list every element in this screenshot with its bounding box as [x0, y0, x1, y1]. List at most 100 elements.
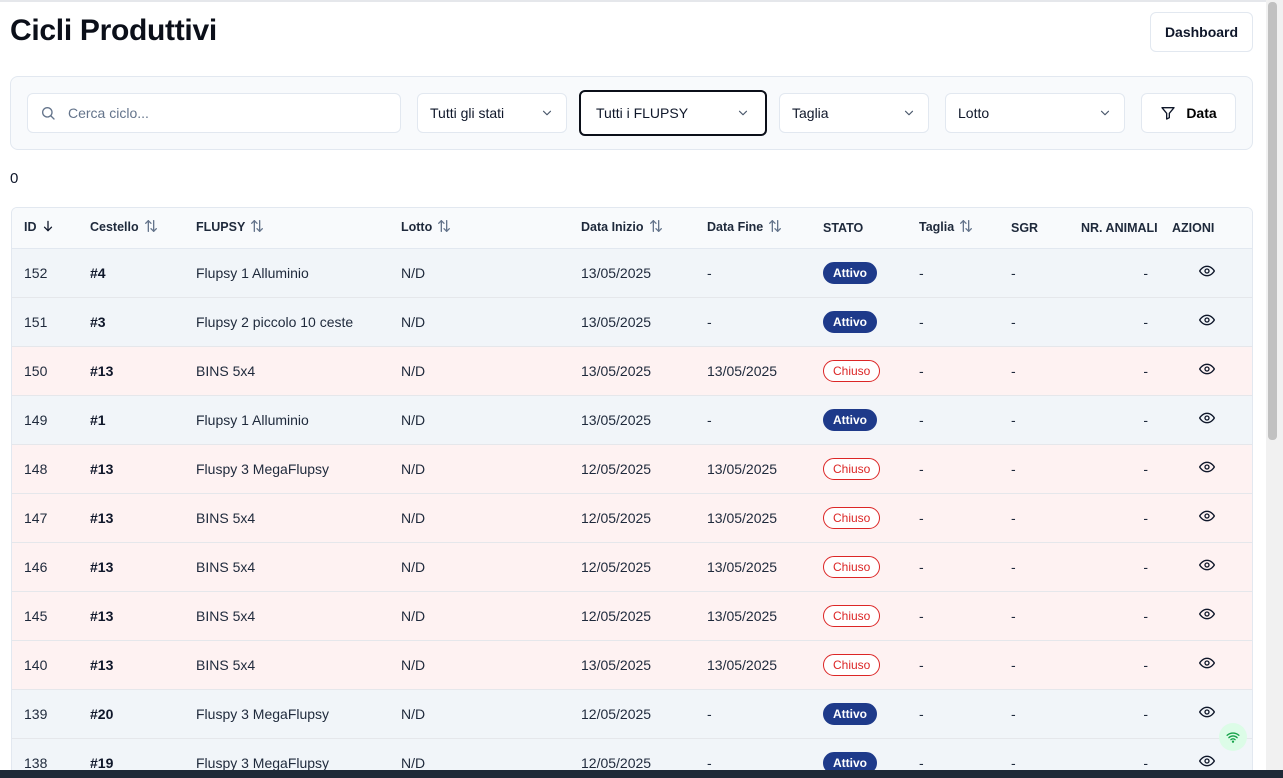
table-row[interactable]: 145 #13 BINS 5x4 N/D 12/05/2025 13/05/2025 Chi… — [12, 591, 1252, 640]
table-row[interactable]: 146 #13 BINS 5x4 N/D 12/05/2025 13/05/2025 Chi… — [12, 542, 1252, 591]
table-row[interactable]: 148 #13 Fluspy 3 MegaFlupsy N/D 12/05/2025 13… — [12, 444, 1252, 493]
cell-id: 140 — [24, 656, 48, 673]
arrow-down-icon — [41, 219, 55, 236]
cell-sgr: - — [1011, 460, 1016, 477]
cell-data-fine: - — [707, 754, 712, 771]
result-count: 0 — [10, 170, 19, 187]
cell-id: 150 — [24, 362, 48, 379]
cell-sgr: - — [1011, 411, 1016, 428]
cell-sgr: - — [1011, 656, 1016, 673]
cell-id: 145 — [24, 607, 48, 624]
status-badge: Chiuso — [823, 555, 881, 578]
cell-nr-animali: - — [1143, 460, 1148, 477]
cell-flupsy: BINS 5x4 — [196, 558, 256, 575]
status-badge: Chiuso — [823, 506, 881, 529]
table-row[interactable]: 149 #1 Flupsy 1 Alluminio N/D 13/05/2025 - Att… — [12, 395, 1252, 444]
eye-icon[interactable] — [1199, 459, 1215, 475]
col-data-inizio[interactable]: Data Inizio — [569, 208, 695, 249]
cell-taglia: - — [919, 264, 924, 281]
cell-taglia: - — [919, 705, 924, 722]
cell-nr-animali: - — [1143, 656, 1148, 673]
search-box[interactable] — [27, 93, 401, 133]
status-badge: Attivo — [823, 751, 877, 770]
scrollbar-thumb[interactable] — [1268, 2, 1277, 440]
cell-lotto: N/D — [401, 313, 426, 330]
cell-flupsy: BINS 5x4 — [196, 509, 256, 526]
search-icon — [28, 105, 68, 121]
col-taglia[interactable]: Taglia — [907, 208, 999, 249]
cell-lotto: N/D — [401, 558, 426, 575]
search-input[interactable] — [68, 105, 388, 121]
filter-bar: Tutti gli stati Tutti i FLUPSY Taglia Lo… — [10, 76, 1253, 150]
eye-icon[interactable] — [1199, 704, 1215, 720]
col-flupsy[interactable]: FLUPSY — [184, 208, 389, 249]
cell-sgr: - — [1011, 264, 1016, 281]
cell-taglia: - — [919, 313, 924, 330]
wifi-icon[interactable] — [1219, 723, 1247, 751]
cell-data-inizio: 13/05/2025 — [581, 313, 652, 330]
lotto-select-value: Lotto — [958, 105, 990, 121]
col-sgr: SGR — [999, 208, 1069, 249]
flupsy-select[interactable]: Tutti i FLUPSY — [579, 90, 767, 136]
cell-nr-animali: - — [1143, 754, 1148, 771]
cell-sgr: - — [1011, 705, 1016, 722]
page: Cicli Produttivi Dashboard Tutti gli sta… — [0, 0, 1266, 770]
status-badge: Attivo — [823, 261, 877, 284]
eye-icon[interactable] — [1199, 557, 1215, 573]
cell-azioni — [1160, 640, 1252, 689]
cell-nr-animali: - — [1143, 411, 1148, 428]
cell-stato: Chiuso — [811, 493, 907, 542]
eye-icon[interactable] — [1199, 410, 1215, 426]
cell-flupsy: Flupsy 1 Alluminio — [196, 264, 309, 281]
page-title: Cicli Produttivi — [10, 14, 217, 47]
eye-icon[interactable] — [1199, 263, 1215, 279]
table-row[interactable]: 139 #20 Fluspy 3 MegaFlupsy N/D 12/05/2025 - A… — [12, 689, 1252, 738]
lotto-select[interactable]: Lotto — [945, 93, 1125, 133]
col-lotto[interactable]: Lotto — [389, 208, 569, 249]
cell-cestello: #1 — [90, 411, 106, 428]
cell-data-fine: 13/05/2025 — [707, 509, 778, 526]
eye-icon[interactable] — [1199, 753, 1215, 769]
arrow-up-down-icon — [436, 218, 452, 237]
cell-lotto: N/D — [401, 705, 426, 722]
table-row[interactable]: 150 #13 BINS 5x4 N/D 13/05/2025 13/05/2025 Chi… — [12, 346, 1252, 395]
col-id[interactable]: ID — [12, 208, 78, 249]
cell-flupsy: Fluspy 3 MegaFlupsy — [196, 705, 330, 722]
col-data-fine[interactable]: Data Fine — [695, 208, 811, 249]
data-filter-button[interactable]: Data — [1141, 93, 1236, 133]
dashboard-button[interactable]: Dashboard — [1150, 12, 1253, 52]
cell-data-inizio: 12/05/2025 — [581, 460, 652, 477]
cell-id: 139 — [24, 705, 48, 722]
cell-data-fine: 13/05/2025 — [707, 558, 778, 575]
cell-azioni — [1160, 346, 1252, 395]
cell-azioni — [1160, 542, 1252, 591]
cell-taglia: - — [919, 558, 924, 575]
cell-flupsy: Flupsy 1 Alluminio — [196, 411, 309, 428]
chevron-down-icon — [904, 110, 914, 116]
eye-icon[interactable] — [1199, 655, 1215, 671]
cell-cestello: #4 — [90, 264, 106, 281]
cell-taglia: - — [919, 656, 924, 673]
status-badge: Attivo — [823, 310, 877, 333]
table-row[interactable]: 147 #13 BINS 5x4 N/D 12/05/2025 13/05/2025 Chi… — [12, 493, 1252, 542]
status-badge: Chiuso — [823, 653, 881, 676]
table-row[interactable]: 140 #13 BINS 5x4 N/D 13/05/2025 13/05/2025 Chi… — [12, 640, 1252, 689]
table-row[interactable]: 152 #4 Flupsy 1 Alluminio N/D 13/05/2025 - Att… — [12, 248, 1252, 297]
eye-icon[interactable] — [1199, 312, 1215, 328]
cell-flupsy: BINS 5x4 — [196, 656, 256, 673]
cell-cestello: #13 — [90, 460, 114, 477]
table-row[interactable]: 151 #3 Flupsy 2 piccolo 10 ceste N/D 13/05/2… — [12, 297, 1252, 346]
cell-data-fine: - — [707, 705, 712, 722]
arrow-up-down-icon — [958, 218, 974, 237]
eye-icon[interactable] — [1199, 508, 1215, 524]
col-stato: STATO — [811, 208, 907, 249]
taglia-select[interactable]: Taglia — [779, 93, 929, 133]
cell-flupsy: BINS 5x4 — [196, 362, 256, 379]
cell-azioni — [1160, 297, 1252, 346]
eye-icon[interactable] — [1199, 361, 1215, 377]
table-row[interactable]: 138 #19 Fluspy 3 MegaFlupsy N/D 12/05/2025 - A… — [12, 738, 1252, 771]
stato-select[interactable]: Tutti gli stati — [417, 93, 567, 133]
cell-data-fine: - — [707, 411, 712, 428]
col-cestello[interactable]: Cestello — [78, 208, 184, 249]
eye-icon[interactable] — [1199, 606, 1215, 622]
